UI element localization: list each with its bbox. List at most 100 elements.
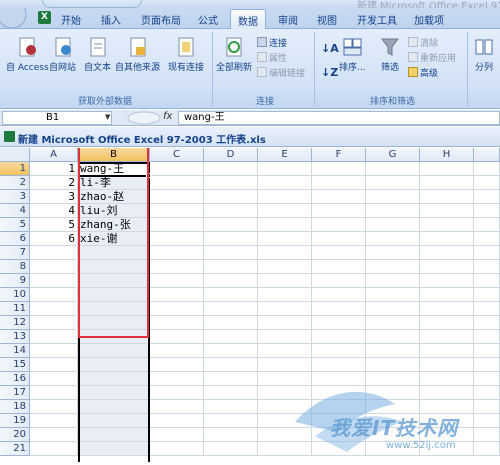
- tab-review[interactable]: 审阅: [278, 12, 298, 27]
- grid-cell[interactable]: [30, 428, 78, 442]
- grid-cell[interactable]: [150, 302, 204, 316]
- grid-cell[interactable]: [474, 316, 500, 330]
- grid-cell[interactable]: [474, 414, 500, 428]
- grid-cell[interactable]: [474, 246, 500, 260]
- grid-cell[interactable]: [150, 176, 204, 190]
- grid-cell[interactable]: xie-谢: [78, 232, 150, 246]
- row-header[interactable]: 10: [0, 288, 30, 302]
- from-other-sources-button[interactable]: 自其他来源: [115, 36, 160, 73]
- grid-cell[interactable]: 2: [30, 176, 78, 190]
- grid-cell[interactable]: [150, 288, 204, 302]
- grid-cell[interactable]: [78, 428, 150, 442]
- grid-cell[interactable]: [474, 358, 500, 372]
- row-header[interactable]: 4: [0, 204, 30, 218]
- grid-cell[interactable]: [474, 162, 500, 176]
- grid-cell[interactable]: [258, 260, 312, 274]
- grid-cell[interactable]: [78, 246, 150, 260]
- name-box[interactable]: B1: [2, 111, 112, 125]
- grid-cell[interactable]: [474, 386, 500, 400]
- text-to-columns-button[interactable]: 分列: [473, 36, 495, 73]
- grid-cell[interactable]: [366, 260, 420, 274]
- column-header-h[interactable]: H: [420, 148, 474, 162]
- grid-cell[interactable]: [366, 274, 420, 288]
- grid-cell[interactable]: [78, 316, 150, 330]
- row-header[interactable]: 2: [0, 176, 30, 190]
- from-web-button[interactable]: 自网站: [49, 36, 76, 73]
- grid-cell[interactable]: [366, 386, 420, 400]
- grid-cell[interactable]: [312, 274, 366, 288]
- grid-cell[interactable]: [150, 204, 204, 218]
- grid-cell[interactable]: [204, 400, 258, 414]
- insert-function-button[interactable]: fx: [163, 111, 172, 122]
- grid-cell[interactable]: 1: [30, 162, 78, 176]
- grid-cell[interactable]: [204, 302, 258, 316]
- row-header[interactable]: 6: [0, 232, 30, 246]
- clear-filter-button[interactable]: 清除: [408, 36, 438, 49]
- grid-cell[interactable]: [366, 232, 420, 246]
- grid-cell[interactable]: [420, 162, 474, 176]
- grid-cell[interactable]: [312, 302, 366, 316]
- grid-cell[interactable]: [258, 190, 312, 204]
- row-header[interactable]: 20: [0, 428, 30, 442]
- grid-cell[interactable]: zhao-赵: [78, 190, 150, 204]
- grid-cell[interactable]: [420, 232, 474, 246]
- grid-cell[interactable]: [30, 400, 78, 414]
- grid-cell[interactable]: [30, 330, 78, 344]
- grid-cell[interactable]: [258, 344, 312, 358]
- row-header[interactable]: 15: [0, 358, 30, 372]
- grid-cell[interactable]: [30, 274, 78, 288]
- grid-cell[interactable]: [204, 218, 258, 232]
- grid-cell[interactable]: [366, 288, 420, 302]
- grid-cell[interactable]: [420, 246, 474, 260]
- grid-cell[interactable]: [474, 400, 500, 414]
- grid-cell[interactable]: [474, 274, 500, 288]
- grid-cell[interactable]: [150, 386, 204, 400]
- connections-button[interactable]: 连接: [257, 36, 287, 49]
- office-button[interactable]: [0, 0, 30, 29]
- tab-addins[interactable]: 加载项: [414, 12, 444, 27]
- row-header[interactable]: 3: [0, 190, 30, 204]
- grid-cell[interactable]: [366, 190, 420, 204]
- grid-cell[interactable]: [312, 288, 366, 302]
- grid-cell[interactable]: 3: [30, 190, 78, 204]
- grid-cell[interactable]: [312, 442, 366, 456]
- grid-cell[interactable]: [312, 246, 366, 260]
- column-header-f[interactable]: F: [312, 148, 366, 162]
- grid-cell[interactable]: [366, 176, 420, 190]
- row-header[interactable]: 18: [0, 400, 30, 414]
- grid-cell[interactable]: [78, 330, 150, 344]
- reapply-button[interactable]: 重新应用: [408, 51, 456, 64]
- quick-access-toolbar[interactable]: [42, 0, 142, 8]
- grid-cell[interactable]: [30, 246, 78, 260]
- grid-cell[interactable]: [150, 218, 204, 232]
- grid-cell[interactable]: [30, 316, 78, 330]
- grid-cell[interactable]: [258, 330, 312, 344]
- grid-cell[interactable]: [150, 260, 204, 274]
- grid-cell[interactable]: [150, 442, 204, 456]
- grid-cell[interactable]: [474, 232, 500, 246]
- grid-cell[interactable]: [30, 288, 78, 302]
- grid-cell[interactable]: [366, 358, 420, 372]
- grid-cell[interactable]: [474, 442, 500, 456]
- grid-cell[interactable]: [312, 218, 366, 232]
- fill-handle[interactable]: [146, 173, 151, 178]
- grid-cell[interactable]: [474, 218, 500, 232]
- tab-developer[interactable]: 开发工具: [357, 12, 397, 27]
- grid-cell[interactable]: [78, 288, 150, 302]
- grid-cell[interactable]: [150, 358, 204, 372]
- grid-cell[interactable]: [150, 162, 204, 176]
- filter-button[interactable]: 筛选: [379, 36, 401, 73]
- grid-cell[interactable]: [420, 288, 474, 302]
- grid-cell[interactable]: [366, 344, 420, 358]
- grid-cell[interactable]: [204, 162, 258, 176]
- grid-cell[interactable]: [366, 246, 420, 260]
- grid-cell[interactable]: [30, 344, 78, 358]
- grid-cell[interactable]: [474, 260, 500, 274]
- properties-button[interactable]: 属性: [257, 51, 287, 64]
- grid-cell[interactable]: [420, 302, 474, 316]
- grid-cell[interactable]: [312, 204, 366, 218]
- grid-cell[interactable]: [474, 176, 500, 190]
- grid-cell[interactable]: [258, 218, 312, 232]
- row-header[interactable]: 11: [0, 302, 30, 316]
- grid-cell[interactable]: [420, 372, 474, 386]
